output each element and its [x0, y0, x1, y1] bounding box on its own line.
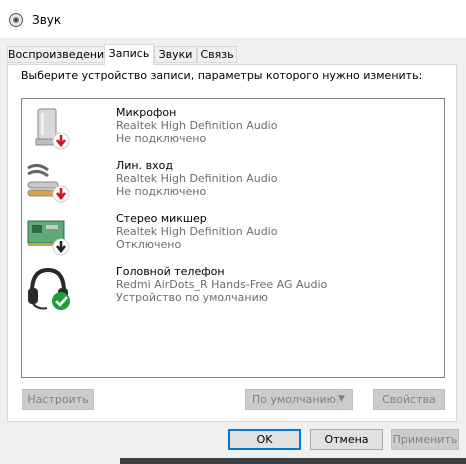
tab-playback[interactable]: Воспроизведение	[7, 46, 111, 63]
device-name: Лин. вход	[116, 159, 173, 172]
stereo-mixer-icon	[27, 220, 70, 256]
background-strip	[120, 458, 466, 464]
headset-icon	[28, 267, 70, 310]
instruction-text: Выберите устройство записи, параметры ко…	[21, 69, 423, 82]
line-in-icon	[27, 163, 70, 203]
device-driver: Realtek High Definition Audio	[116, 225, 278, 238]
unplugged-badge-icon	[52, 185, 70, 203]
device-status: Отключено	[116, 238, 182, 251]
chevron-down-icon[interactable]: ▼	[337, 390, 352, 409]
device-line-in[interactable]: Лин. вход Realtek High Definition Audio …	[22, 156, 442, 208]
device-stereo-mixer[interactable]: Стерео микшер Realtek High Definition Au…	[22, 209, 442, 261]
device-text: Головной телефон Redmi AirDots_R Hands-F…	[116, 265, 327, 304]
device-microphone[interactable]: Микрофон Realtek High Definition Audio Н…	[22, 103, 442, 155]
device-status: Устройство по умолчанию	[116, 291, 269, 304]
device-text: Стерео микшер Realtek High Definition Au…	[116, 212, 277, 251]
device-driver: Realtek High Definition Audio	[116, 119, 278, 132]
apply-button[interactable]: Применить	[391, 429, 459, 450]
cancel-button[interactable]: Отмена	[310, 429, 383, 450]
recording-panel: Выберите устройство записи, параметры ко…	[7, 64, 457, 422]
device-headset[interactable]: Головной телефон Redmi AirDots_R Hands-F…	[22, 262, 442, 314]
disabled-badge-icon	[52, 238, 70, 256]
device-status: Не подключено	[116, 132, 207, 145]
window-title: Звук	[32, 13, 62, 27]
configure-button[interactable]: Настроить	[22, 389, 94, 410]
device-name: Головной телефон	[116, 265, 225, 278]
default-check-badge-icon	[52, 292, 70, 310]
speaker-icon	[9, 13, 23, 27]
set-default-button[interactable]: По умолчанию ▼	[245, 389, 353, 410]
tab-communications[interactable]: Связь	[197, 46, 237, 63]
device-list[interactable]: Микрофон Realtek High Definition Audio Н…	[21, 98, 445, 378]
microphone-icon	[35, 108, 70, 150]
unplugged-badge-icon	[52, 132, 70, 150]
properties-button[interactable]: Свойства	[373, 389, 445, 410]
tab-recording[interactable]: Запись	[104, 44, 154, 65]
device-name: Микрофон	[116, 106, 177, 119]
set-default-label: По умолчанию	[252, 393, 336, 406]
tab-sounds[interactable]: Звуки	[154, 46, 197, 63]
device-driver: Realtek High Definition Audio	[116, 172, 278, 185]
device-name: Стерео микшер	[116, 212, 207, 225]
device-status: Не подключено	[116, 185, 207, 198]
title-bar: Звук	[0, 0, 466, 38]
device-driver: Redmi AirDots_R Hands-Free AG Audio	[116, 278, 328, 291]
device-text: Лин. вход Realtek High Definition Audio …	[116, 159, 277, 198]
ok-button[interactable]: OK	[228, 429, 301, 450]
device-text: Микрофон Realtek High Definition Audio Н…	[116, 106, 277, 145]
